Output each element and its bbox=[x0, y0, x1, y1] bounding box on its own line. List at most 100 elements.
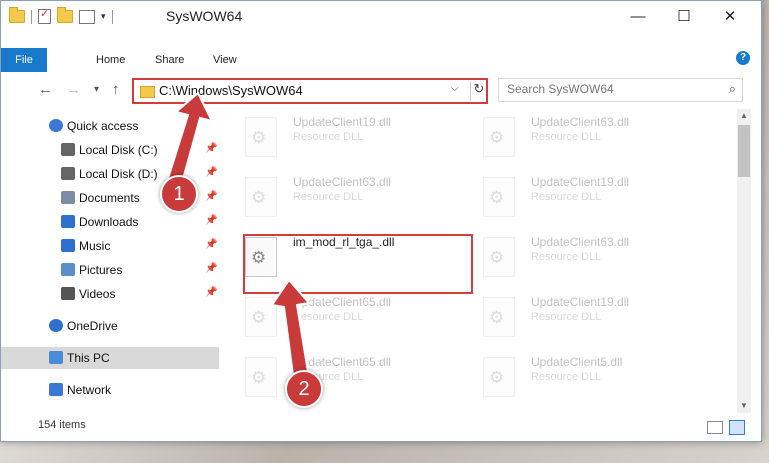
sidebar-item-quick-access[interactable]: Quick access bbox=[1, 115, 219, 137]
network-icon bbox=[49, 383, 63, 396]
drive-icon bbox=[61, 167, 75, 180]
large-icons-view-button[interactable] bbox=[729, 420, 745, 435]
help-button[interactable]: ? bbox=[736, 51, 750, 65]
file-type: Resource DLL bbox=[293, 191, 364, 203]
tab-share[interactable]: Share bbox=[155, 48, 184, 72]
status-bar: 154 items bbox=[1, 413, 761, 439]
back-button[interactable]: ← bbox=[38, 81, 53, 98]
search-box[interactable]: Search SysWOW64 ⌕ bbox=[498, 78, 743, 102]
item-count: 154 items bbox=[38, 419, 86, 431]
pin-icon[interactable]: 📌 bbox=[205, 167, 217, 178]
sidebar-item-local-disk-c[interactable]: Local Disk (C:) 📌 bbox=[1, 139, 219, 161]
refresh-button[interactable]: ↻ bbox=[470, 81, 487, 101]
vertical-scrollbar[interactable]: ▲ ▼ bbox=[737, 109, 751, 413]
tab-home[interactable]: Home bbox=[96, 48, 125, 72]
sidebar-item-label: Quick access bbox=[67, 119, 139, 133]
sidebar-item-label: Local Disk (D:) bbox=[79, 167, 158, 181]
new-folder-icon[interactable] bbox=[57, 7, 73, 23]
file-name: UpdateClient65.dll bbox=[293, 355, 392, 369]
file-name: UpdateClient5.dll bbox=[531, 355, 623, 369]
sidebar-item-label: Downloads bbox=[79, 215, 139, 229]
scroll-down-button[interactable]: ▼ bbox=[737, 399, 751, 413]
highlighted-file-box bbox=[243, 234, 473, 294]
dll-file-icon bbox=[245, 297, 277, 337]
pin-icon[interactable]: 📌 bbox=[205, 215, 217, 226]
pin-icon[interactable]: 📌 bbox=[205, 263, 217, 274]
view-icon[interactable] bbox=[79, 9, 95, 24]
file-item[interactable]: UpdateClient63.dll Resource DLL bbox=[471, 109, 701, 161]
sidebar-item-downloads[interactable]: Downloads 📌 bbox=[1, 211, 219, 233]
minimize-button[interactable]: — bbox=[615, 1, 661, 32]
file-item[interactable]: UpdateClient65.dllResource DLL bbox=[233, 349, 463, 401]
sidebar-item-label: Music bbox=[79, 239, 111, 253]
file-item[interactable]: UpdateClient65.dllResource DLL bbox=[233, 289, 463, 341]
details-view-button[interactable] bbox=[707, 421, 723, 434]
customize-toolbar-dropdown[interactable]: ▾ bbox=[101, 11, 106, 22]
file-item[interactable]: UpdateClient63.dll Resource DLL bbox=[471, 229, 701, 281]
scroll-up-button[interactable]: ▲ bbox=[737, 109, 751, 123]
pin-icon[interactable]: 📌 bbox=[205, 287, 217, 298]
search-icon: ⌕ bbox=[728, 81, 736, 96]
tab-view[interactable]: View bbox=[213, 48, 237, 72]
file-item[interactable]: UpdateClient63.dll Resource DLL bbox=[233, 169, 463, 221]
file-type: Resource DLL bbox=[293, 131, 364, 143]
sidebar-item-pictures[interactable]: Pictures 📌 bbox=[1, 259, 219, 281]
sidebar-item-label: Pictures bbox=[79, 263, 123, 277]
file-name: UpdateClient19.dll bbox=[531, 295, 630, 309]
quick-access-toolbar: ▾ bbox=[9, 7, 113, 24]
forward-button[interactable]: → bbox=[66, 81, 81, 98]
file-name: UpdateClient63.dll bbox=[293, 175, 392, 189]
pictures-icon bbox=[61, 263, 75, 276]
file-item[interactable]: UpdateClient19.dll Resource DLL bbox=[471, 289, 701, 341]
sidebar-item-onedrive[interactable]: OneDrive bbox=[1, 315, 219, 337]
pin-icon[interactable]: 📌 bbox=[205, 143, 217, 154]
sidebar-item-network[interactable]: Network bbox=[1, 379, 219, 401]
sidebar-item-videos[interactable]: Videos 📌 bbox=[1, 283, 219, 305]
title-bar: ▾ SysWOW64 — ☐ ✕ bbox=[1, 1, 761, 32]
file-type: Resource DLL bbox=[531, 131, 602, 143]
file-explorer-window: ▾ SysWOW64 — ☐ ✕ File Home Share View ? … bbox=[0, 0, 762, 442]
dll-file-icon bbox=[245, 117, 277, 157]
divider bbox=[111, 9, 113, 24]
file-item[interactable]: UpdateClient19.dll Resource DLL bbox=[233, 109, 463, 161]
up-button[interactable]: ↑ bbox=[112, 81, 120, 98]
sidebar-item-this-pc[interactable]: This PC bbox=[1, 347, 219, 369]
dll-file-icon bbox=[483, 237, 515, 277]
file-item[interactable]: UpdateClient19.dll Resource DLL bbox=[471, 169, 701, 221]
address-dropdown-button[interactable]: ⌵ bbox=[451, 83, 459, 94]
file-name: UpdateClient63.dll bbox=[531, 235, 630, 249]
documents-icon bbox=[61, 191, 75, 204]
sidebar-item-label: Documents bbox=[79, 191, 140, 205]
window-title: SysWOW64 bbox=[166, 8, 243, 24]
pin-icon[interactable]: 📌 bbox=[205, 239, 217, 250]
videos-icon bbox=[61, 287, 75, 300]
sidebar-item-label: Local Disk (C:) bbox=[79, 143, 158, 157]
dll-file-icon bbox=[483, 177, 515, 217]
file-type: Resource DLL bbox=[531, 251, 602, 263]
computer-icon bbox=[49, 351, 63, 364]
step-1-badge: 1 bbox=[160, 175, 198, 213]
music-icon bbox=[61, 239, 75, 252]
scroll-thumb[interactable] bbox=[738, 125, 750, 177]
navigation-pane: Quick access Local Disk (C:) 📌 Local Disk (… bbox=[1, 107, 219, 407]
file-type: Resource DLL bbox=[531, 311, 602, 323]
sidebar-item-music[interactable]: Music 📌 bbox=[1, 235, 219, 257]
search-input[interactable]: Search SysWOW64 bbox=[507, 82, 614, 96]
address-bar[interactable]: C:\Windows\SysWOW64 ⌵ ↻ bbox=[132, 78, 488, 104]
dll-file-icon bbox=[245, 177, 277, 217]
cloud-icon bbox=[49, 319, 63, 332]
recent-locations-button[interactable]: ▾ bbox=[94, 84, 99, 95]
dll-file-icon bbox=[245, 357, 277, 397]
file-name: UpdateClient63.dll bbox=[531, 115, 630, 129]
file-type: Resource DLL bbox=[531, 371, 602, 383]
download-icon bbox=[61, 215, 75, 228]
file-item[interactable]: UpdateClient5.dll Resource DLL bbox=[471, 349, 701, 401]
pin-icon[interactable]: 📌 bbox=[205, 191, 217, 202]
tab-file[interactable]: File bbox=[1, 48, 47, 72]
maximize-button[interactable]: ☐ bbox=[661, 1, 707, 32]
file-type: Resource DLL bbox=[293, 311, 364, 323]
address-path[interactable]: C:\Windows\SysWOW64 bbox=[159, 83, 303, 98]
properties-icon[interactable] bbox=[38, 7, 51, 24]
file-name: UpdateClient19.dll bbox=[531, 175, 630, 189]
close-button[interactable]: ✕ bbox=[707, 1, 753, 32]
